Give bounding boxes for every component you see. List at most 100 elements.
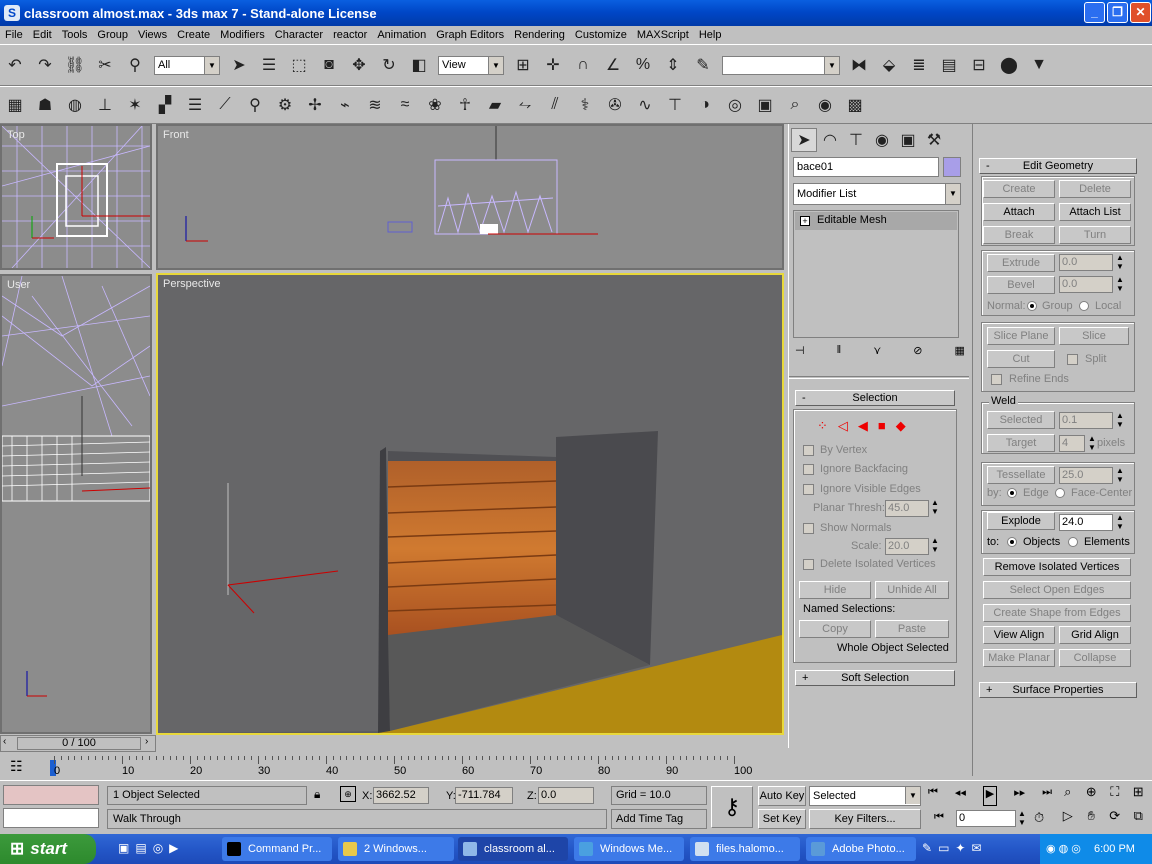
- task-windows-media[interactable]: Windows Me...: [574, 837, 684, 861]
- edge-icon[interactable]: ◁: [838, 418, 848, 433]
- selection-rollout-header[interactable]: - Selection: [795, 390, 955, 406]
- zoom-extents-icon[interactable]: ⛶: [1103, 784, 1127, 808]
- spinner-arrows-icon[interactable]: ▲ ▼: [931, 536, 939, 554]
- break-button[interactable]: Break: [983, 226, 1055, 244]
- slice-button[interactable]: Slice: [1059, 327, 1129, 345]
- unhide-all-button[interactable]: Unhide All: [875, 581, 949, 599]
- media-icon[interactable]: ▶: [169, 841, 178, 857]
- manipulate-icon[interactable]: ✛: [540, 52, 566, 78]
- spinner-arrows-icon[interactable]: ▲ ▼: [1116, 275, 1124, 293]
- z-coord-field[interactable]: 0.0: [538, 787, 594, 804]
- scale-icon[interactable]: ◧: [406, 52, 432, 78]
- maximize-button[interactable]: ❐: [1107, 2, 1128, 23]
- render-scene-icon[interactable]: ▼: [1026, 52, 1052, 78]
- menu-reactor[interactable]: reactor: [328, 29, 372, 41]
- close-button[interactable]: ✕: [1130, 2, 1151, 23]
- maximize-viewport-icon[interactable]: ⧉: [1127, 808, 1151, 832]
- properties-icon[interactable]: ▣: [752, 92, 778, 118]
- minimize-button[interactable]: _: [1084, 2, 1105, 23]
- menu-create[interactable]: Create: [172, 29, 215, 41]
- zoom-extents-all-icon[interactable]: ⊞: [1127, 784, 1151, 808]
- goto-end-icon[interactable]: ⏭︎: [1042, 786, 1052, 806]
- normal-scale-spinner[interactable]: 20.0: [885, 538, 929, 555]
- key-icon[interactable]: ⚷: [711, 786, 753, 828]
- attach-list-button[interactable]: Attach List: [1059, 203, 1131, 221]
- show-normals-checkbox[interactable]: [803, 523, 814, 534]
- user-viewport-label[interactable]: User: [7, 279, 30, 291]
- remove-modifier-icon[interactable]: ⊘: [913, 344, 922, 364]
- key-mode-dropdown[interactable]: Selected ▼: [809, 786, 921, 806]
- add-time-tag-button[interactable]: Add Time Tag: [611, 809, 707, 829]
- explode-button[interactable]: Explode: [987, 512, 1055, 530]
- menu-file[interactable]: File: [0, 29, 28, 41]
- select-by-name-icon[interactable]: ☰: [256, 52, 282, 78]
- mesh-icon[interactable]: ⊤: [662, 92, 688, 118]
- lock-icon[interactable]: 🔒︎: [314, 787, 320, 802]
- hide-button[interactable]: Hide: [799, 581, 871, 599]
- target-pixels-spinner[interactable]: 4: [1059, 435, 1085, 452]
- polygon-icon[interactable]: ■: [878, 418, 886, 433]
- make-unique-icon[interactable]: ⋎: [873, 344, 881, 364]
- clock[interactable]: 6:00 PM: [1094, 834, 1135, 864]
- perspective-viewport[interactable]: Perspective: [156, 273, 784, 735]
- app-icon[interactable]: S: [4, 5, 20, 21]
- prev-key-icon[interactable]: ◂◂: [955, 786, 966, 806]
- task-3dsmax[interactable]: classroom al...: [458, 837, 568, 861]
- cut-button[interactable]: Cut: [987, 350, 1055, 368]
- folder-icon[interactable]: ▤: [135, 841, 146, 857]
- rope-icon[interactable]: ❀: [422, 92, 448, 118]
- slice-plane-button[interactable]: Slice Plane: [987, 327, 1055, 345]
- align-icon[interactable]: ⬙: [876, 52, 902, 78]
- perspective-viewport-label[interactable]: Perspective: [163, 278, 220, 290]
- time-config-icon[interactable]: ⏱︎: [1034, 810, 1044, 826]
- remove-isolated-button[interactable]: Remove Isolated Vertices: [983, 558, 1131, 576]
- menu-help[interactable]: Help: [694, 29, 727, 41]
- front-viewport[interactable]: Front: [156, 124, 784, 270]
- move-icon[interactable]: ✥: [346, 52, 372, 78]
- select-arrow-icon[interactable]: ➤: [226, 52, 252, 78]
- view-align-button[interactable]: View Align: [983, 626, 1055, 644]
- normal-group-radio[interactable]: [1027, 301, 1037, 311]
- stack-icon[interactable]: ☰: [182, 92, 208, 118]
- key-filters-button[interactable]: Key Filters...: [809, 809, 921, 829]
- menu-graph-editors[interactable]: Graph Editors: [431, 29, 509, 41]
- show-end-result-icon[interactable]: ‖: [837, 344, 842, 364]
- layer-manager-icon[interactable]: ≣: [906, 52, 932, 78]
- wind-icon[interactable]: ≋: [362, 92, 388, 118]
- bevel-button[interactable]: Bevel: [987, 276, 1055, 294]
- motion-tab-icon[interactable]: ◉: [869, 128, 895, 152]
- create-button[interactable]: Create: [983, 180, 1055, 198]
- planar-thresh-spinner[interactable]: 45.0: [885, 500, 929, 517]
- turn-button[interactable]: Turn: [1059, 226, 1131, 244]
- spinner-arrows-icon[interactable]: ▲ ▼: [931, 498, 939, 516]
- expand-plus-icon[interactable]: +: [800, 216, 810, 226]
- menu-rendering[interactable]: Rendering: [509, 29, 570, 41]
- angle-snap-icon[interactable]: ∠: [600, 52, 626, 78]
- extrude-spinner[interactable]: 0.0: [1059, 254, 1113, 271]
- pan-icon[interactable]: ✋︎: [1080, 808, 1104, 832]
- track-view-icon[interactable]: ▤: [936, 52, 962, 78]
- face-icon[interactable]: ◀: [858, 418, 868, 433]
- by-vertex-checkbox[interactable]: [803, 445, 814, 456]
- preview-icon[interactable]: ◉: [812, 92, 838, 118]
- top-viewport[interactable]: Top: [0, 124, 152, 270]
- paste-selection-button[interactable]: Paste: [875, 620, 949, 638]
- current-frame-field[interactable]: 0: [956, 810, 1016, 827]
- pivot-center-icon[interactable]: ⊞: [510, 52, 536, 78]
- menu-maxscript[interactable]: MAXScript: [632, 29, 694, 41]
- dashpot-icon[interactable]: ⫽: [542, 92, 568, 118]
- maxscript-input-mini[interactable]: [3, 808, 99, 828]
- start-button[interactable]: ⊞ start: [0, 834, 96, 864]
- tessellate-edge-radio[interactable]: [1007, 488, 1017, 498]
- tessellate-face-center-radio[interactable]: [1055, 488, 1065, 498]
- menu-tools[interactable]: Tools: [57, 29, 93, 41]
- task-photoshop[interactable]: Adobe Photo...: [806, 837, 916, 861]
- menu-views[interactable]: Views: [133, 29, 172, 41]
- zoom-icon[interactable]: ⌕: [1056, 784, 1080, 808]
- ignore-backfacing-checkbox[interactable]: [803, 464, 814, 475]
- absolute-mode-icon[interactable]: ⊕: [340, 786, 356, 802]
- arc-rotate-icon[interactable]: ⟳: [1103, 808, 1127, 832]
- track-bar[interactable]: ☷ 0 10 20 30 40 50 60 70 80 90 100: [0, 754, 788, 780]
- rect-selection-icon[interactable]: ⬚: [286, 52, 312, 78]
- time-slider[interactable]: ‹ 0 / 100 ›: [0, 735, 156, 752]
